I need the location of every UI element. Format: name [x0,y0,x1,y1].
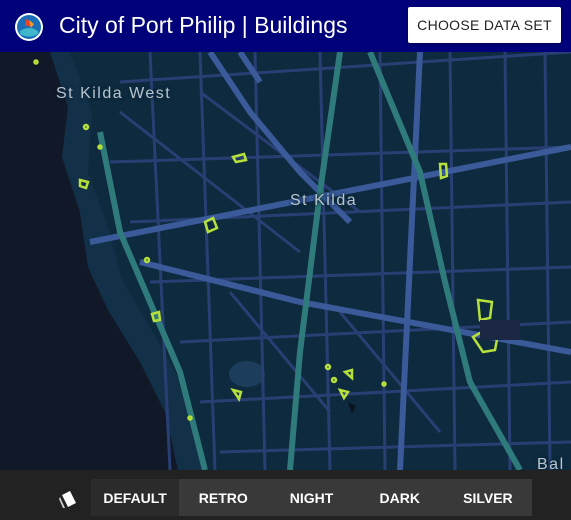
style-button-night[interactable]: NIGHT [267,479,355,516]
map-style-options: DEFAULT RETRO NIGHT DARK SILVER [91,479,532,516]
map-label-st-kilda: St Kilda [290,192,358,209]
choose-data-set-button[interactable]: CHOOSE DATA SET [408,7,561,43]
style-button-default[interactable]: DEFAULT [91,479,180,516]
style-button-silver[interactable]: SILVER [444,479,532,516]
map-view[interactable]: St Kilda West St Kilda Bal [0,52,571,470]
map-label-balaclava: Bal [537,456,565,470]
map-style-icon[interactable] [58,487,80,509]
style-button-retro[interactable]: RETRO [179,479,267,516]
app-header: City of Port Philip | Buildings CHOOSE D… [0,0,571,52]
page-title: City of Port Philip | Buildings [59,12,348,38]
city-logo-icon [15,13,43,41]
map-label-st-kilda-west: St Kilda West [56,85,172,102]
style-button-dark[interactable]: DARK [356,479,444,516]
map-canvas[interactable] [0,52,571,470]
